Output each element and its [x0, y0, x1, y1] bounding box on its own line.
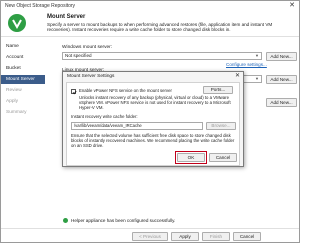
step-mount-server[interactable]: Mount Server — [1, 75, 45, 84]
enable-nfs-label: Enable vPower NFS service on the mount s… — [79, 88, 172, 93]
write-cache-label: Instant recovery write cache folder: — [71, 114, 138, 119]
dialog-cancel-button[interactable]: Cancel — [209, 153, 237, 162]
title-bar: New Object Storage Repository ✕ — [1, 1, 299, 12]
page-title: Mount Server — [47, 14, 86, 20]
dialog-title: Mount Server Settings — [67, 74, 115, 79]
wizard-steps: Name Account Bucket Mount Server Review … — [1, 38, 45, 228]
cancel-button[interactable]: Cancel — [233, 232, 261, 241]
browse-button[interactable]: Browse... — [206, 122, 236, 130]
finish-button[interactable]: Finish — [202, 232, 230, 241]
add-new-windows-button[interactable]: Add New... — [266, 52, 297, 61]
ports-button[interactable]: Ports... — [203, 86, 233, 94]
ok-highlight-box — [175, 151, 207, 164]
write-cache-input[interactable]: /var/lib/veeam/data/veeam_IRCache — [71, 122, 203, 130]
step-review: Review — [6, 88, 22, 93]
configure-settings-link[interactable]: Configure settings... — [226, 62, 267, 67]
apply-button[interactable]: Apply — [171, 232, 199, 241]
step-summary: Summary — [6, 110, 27, 115]
nfs-description: Unlocks instant recovery of any backup (… — [79, 95, 231, 110]
write-cache-warning: Ensure that the selected volume has suff… — [71, 133, 235, 148]
status-message: Helper appliance has been configured suc… — [63, 217, 176, 223]
wizard-window: New Object Storage Repository ✕ Mount Se… — [0, 0, 300, 243]
enable-nfs-checkbox[interactable] — [71, 89, 77, 94]
status-text: Helper appliance has been configured suc… — [71, 218, 176, 223]
mount-server-settings-dialog: Mount Server Settings ✕ Enable vPower NF… — [62, 71, 244, 167]
windows-mount-value: Not specified — [65, 53, 92, 58]
wizard-header: Mount Server Specify a server to mount b… — [1, 12, 299, 37]
veeam-logo-icon — [8, 14, 26, 32]
step-apply: Apply — [6, 99, 18, 104]
success-icon — [63, 217, 68, 223]
close-icon[interactable]: ✕ — [289, 2, 295, 10]
windows-mount-select[interactable]: Not specified ▼ — [62, 52, 262, 60]
step-account[interactable]: Account — [1, 53, 45, 62]
page-description: Specify a server to mount backups to whe… — [47, 22, 273, 33]
chevron-down-icon: ▼ — [255, 76, 259, 81]
window-title: New Object Storage Repository — [5, 3, 76, 9]
windows-mount-label: Windows mount server: — [62, 45, 113, 50]
step-name[interactable]: Name — [1, 42, 45, 51]
wizard-footer: < Previous Apply Finish Cancel — [1, 228, 299, 242]
add-new-linux-button[interactable]: Add New... — [266, 75, 297, 84]
add-new-helper-button[interactable]: Add New... — [266, 98, 297, 107]
previous-button[interactable]: < Previous — [132, 232, 168, 241]
step-bucket[interactable]: Bucket — [1, 64, 45, 73]
chevron-down-icon: ▼ — [255, 53, 259, 58]
dialog-body: Enable vPower NFS service on the mount s… — [66, 82, 240, 166]
dialog-close-icon[interactable]: ✕ — [235, 72, 240, 79]
